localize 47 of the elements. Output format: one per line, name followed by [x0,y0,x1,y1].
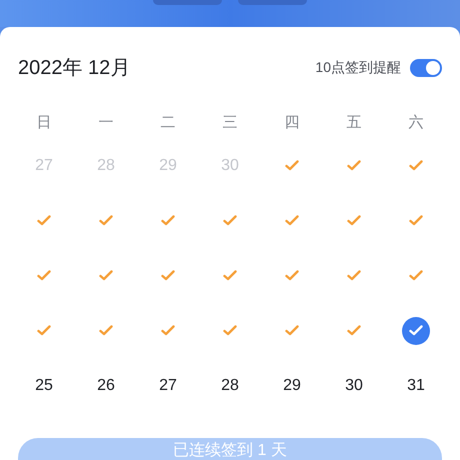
weekday-label: 二 [160,112,176,132]
check-icon [99,325,113,336]
date-number: 30 [345,376,363,396]
date-number: 30 [221,156,239,176]
weekday-label: 三 [222,112,238,132]
weekday-label: 日 [36,112,52,132]
header-pill[interactable] [238,0,307,5]
date-number: 28 [221,376,239,396]
check-icon [409,270,423,281]
check-icon [409,215,423,226]
check-icon [285,270,299,281]
weekday-label: 六 [408,112,424,132]
date-number: 27 [35,156,53,176]
date-number: 25 [35,376,53,396]
check-icon [285,325,299,336]
date-number: 29 [159,156,177,176]
check-icon [37,325,51,336]
check-icon [223,270,237,281]
date-number: 31 [407,376,425,396]
check-icon [223,215,237,226]
date-number: 28 [97,156,115,176]
month-title: 2022年 12月 [18,56,130,80]
streak-button[interactable]: 已连续签到 1 天 [18,438,442,460]
reminder-toggle[interactable] [410,58,442,76]
weekday-label: 一 [98,112,114,132]
date-number: 27 [159,376,177,396]
reminder-label: 10点签到提醒 [315,58,401,77]
check-icon [347,215,361,226]
check-icon [347,325,361,336]
check-icon [37,215,51,226]
date-number: 26 [97,376,115,396]
check-icon [285,160,299,171]
weekday-label: 四 [284,112,300,132]
check-icon [161,215,175,226]
check-icon [99,215,113,226]
check-icon [347,160,361,171]
check-icon [161,325,175,336]
check-icon [99,270,113,281]
check-icon [409,160,423,171]
check-icon [223,325,237,336]
check-icon [285,215,299,226]
weekday-label: 五 [346,112,362,132]
check-icon [347,270,361,281]
check-icon [161,270,175,281]
header-pill[interactable] [153,0,222,5]
check-icon [37,270,51,281]
date-number: 29 [283,376,301,396]
